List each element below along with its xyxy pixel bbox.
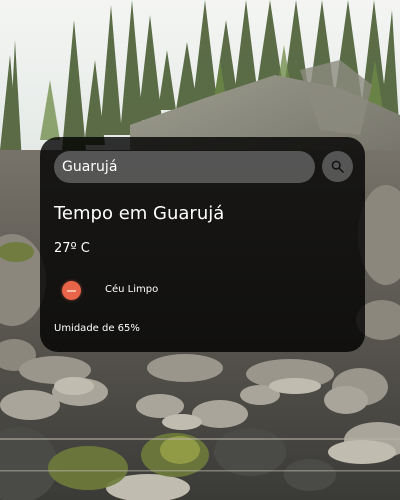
city-weather-title: Tempo em Guarujá [54,203,225,224]
search-icon [331,160,344,173]
humidity-value: Umidade de 65% [54,323,140,334]
search-input[interactable] [54,151,315,183]
weather-card: Tempo em Guarujá 27º C Céu Limpo Umidade… [40,137,365,352]
temperature-value: 27º C [54,241,90,256]
search-button[interactable] [322,151,353,182]
search-bar [54,151,353,184]
sun-icon [62,281,81,300]
weather-app: Tempo em Guarujá 27º C Céu Limpo Umidade… [0,0,400,500]
weather-condition: Céu Limpo [105,284,159,295]
